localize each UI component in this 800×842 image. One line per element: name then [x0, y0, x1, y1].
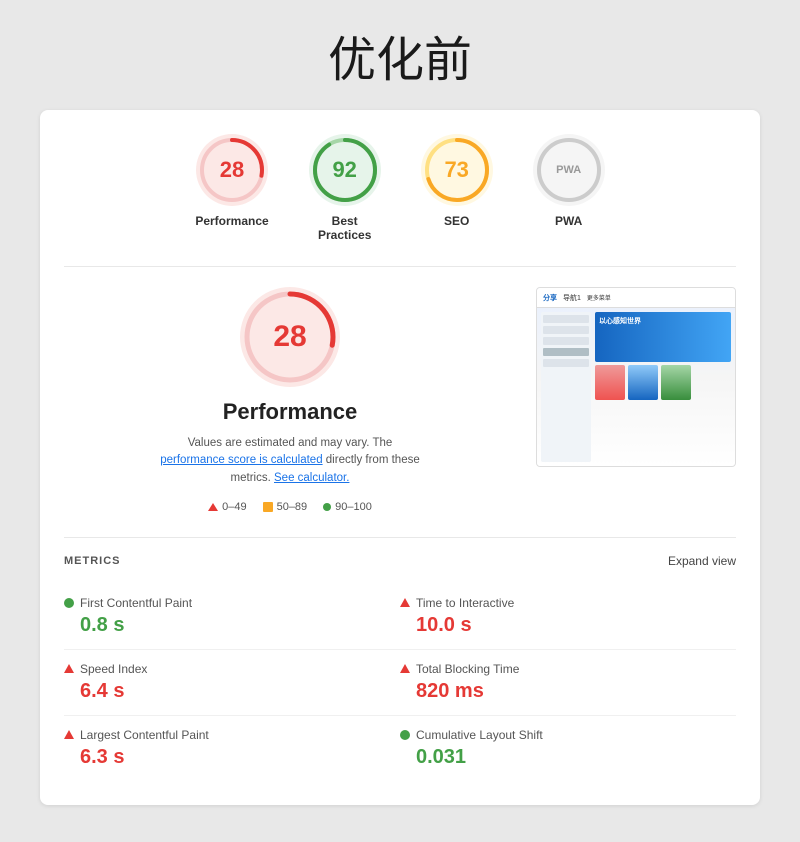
- metric-tbt-row: Total Blocking Time: [400, 662, 736, 676]
- metric-lcp-value: 6.3 s: [64, 746, 400, 769]
- ss-sidebar-item: [543, 359, 589, 367]
- score-number-pwa: PWA: [556, 164, 581, 176]
- legend-triangle-red: [208, 503, 218, 511]
- ss-banner: 以心感知世界: [595, 312, 731, 362]
- metric-fcp-indicator: [64, 598, 74, 608]
- ss-product: [595, 365, 625, 400]
- divider: [64, 537, 736, 538]
- ss-products: [595, 365, 731, 400]
- metric-si: Speed Index 6.4 s: [64, 650, 400, 716]
- metric-tbt-indicator: [400, 664, 410, 673]
- metric-cls-name: Cumulative Layout Shift: [416, 728, 543, 742]
- metric-tbt-name: Total Blocking Time: [416, 662, 519, 676]
- legend-red: 0–49: [208, 501, 246, 513]
- ss-sidebar-item: [543, 348, 589, 356]
- metric-lcp: Largest Contentful Paint 6.3 s: [64, 716, 400, 781]
- legend-label-green: 90–100: [335, 501, 372, 513]
- ss-header: 分享 导航1 更多菜单: [537, 288, 735, 308]
- metric-tti-row: Time to Interactive: [400, 596, 736, 610]
- metric-lcp-indicator: [64, 730, 74, 739]
- ss-nav1: 导航1: [563, 293, 581, 303]
- score-label-seo: SEO: [444, 214, 469, 228]
- metric-si-row: Speed Index: [64, 662, 400, 676]
- big-performance-circle: 28: [240, 287, 340, 387]
- metric-fcp: First Contentful Paint 0.8 s: [64, 584, 400, 650]
- main-card: 28 Performance 92 BestPractices: [40, 110, 760, 805]
- metric-si-indicator: [64, 664, 74, 673]
- screenshot-mockup: 分享 导航1 更多菜单 以心感知世界: [537, 288, 735, 466]
- metric-si-name: Speed Index: [80, 662, 147, 676]
- perf-title: Performance: [223, 399, 358, 425]
- scores-row: 28 Performance 92 BestPractices: [64, 134, 736, 267]
- score-circle-seo: 73: [421, 134, 493, 206]
- score-circle-pwa: PWA: [533, 134, 605, 206]
- main-content: 28 Performance Values are estimated and …: [64, 287, 736, 513]
- legend-green: 90–100: [323, 501, 372, 513]
- metric-fcp-row: First Contentful Paint: [64, 596, 400, 610]
- expand-view-button[interactable]: Expand view: [668, 554, 736, 568]
- big-score: 28: [273, 320, 306, 354]
- metric-lcp-row: Largest Contentful Paint: [64, 728, 400, 742]
- calculator-link[interactable]: See calculator.: [274, 472, 349, 484]
- score-item-best-practices: 92 BestPractices: [309, 134, 381, 242]
- score-label-best-practices: BestPractices: [318, 214, 371, 242]
- metrics-header: METRICS Expand view: [64, 554, 736, 568]
- metric-tbt-value: 820 ms: [400, 680, 736, 703]
- legend-label-orange: 50–89: [277, 501, 308, 513]
- ss-product: [628, 365, 658, 400]
- perf-description: Values are estimated and may vary. The p…: [160, 435, 420, 487]
- ss-sidebar-item: [543, 326, 589, 334]
- score-number-best-practices: 92: [332, 157, 356, 183]
- ss-sidebar: [541, 312, 591, 462]
- ss-nav2: 更多菜单: [587, 293, 611, 302]
- score-item-pwa: PWA PWA: [533, 134, 605, 242]
- metric-cls-indicator: [400, 730, 410, 740]
- ss-product: [661, 365, 691, 400]
- big-circle-inner: 28: [240, 287, 340, 387]
- metric-tti-value: 10.0 s: [400, 614, 736, 637]
- score-item-seo: 73 SEO: [421, 134, 493, 242]
- ss-sidebar-item: [543, 315, 589, 323]
- ss-logo: 分享: [543, 293, 557, 303]
- metric-tbt: Total Blocking Time 820 ms: [400, 650, 736, 716]
- ss-main: 以心感知世界: [595, 312, 731, 462]
- score-label-pwa: PWA: [555, 214, 582, 228]
- metric-lcp-name: Largest Contentful Paint: [80, 728, 209, 742]
- metrics-label: METRICS: [64, 555, 121, 567]
- legend-orange: 50–89: [263, 501, 308, 513]
- score-number-seo: 73: [444, 157, 468, 183]
- metric-tti: Time to Interactive 10.0 s: [400, 584, 736, 650]
- legend-row: 0–49 50–89 90–100: [208, 501, 372, 513]
- metrics-grid: First Contentful Paint 0.8 s Time to Int…: [64, 584, 736, 781]
- score-circle-best-practices: 92: [309, 134, 381, 206]
- legend-square-orange: [263, 502, 273, 512]
- page-title: 优化前: [328, 20, 472, 90]
- score-number-performance: 28: [220, 157, 244, 183]
- metric-cls-row: Cumulative Layout Shift: [400, 728, 736, 742]
- metric-fcp-value: 0.8 s: [64, 614, 400, 637]
- perf-score-link[interactable]: performance score is calculated: [160, 454, 322, 466]
- metric-tti-name: Time to Interactive: [416, 596, 514, 610]
- legend-label-red: 0–49: [222, 501, 246, 513]
- metric-si-value: 6.4 s: [64, 680, 400, 703]
- metric-cls: Cumulative Layout Shift 0.031: [400, 716, 736, 781]
- score-item-performance: 28 Performance: [195, 134, 268, 242]
- score-circle-performance: 28: [196, 134, 268, 206]
- screenshot-preview: 分享 导航1 更多菜单 以心感知世界: [536, 287, 736, 467]
- metric-fcp-name: First Contentful Paint: [80, 596, 192, 610]
- metric-tti-indicator: [400, 598, 410, 607]
- performance-left: 28 Performance Values are estimated and …: [64, 287, 516, 513]
- ss-sidebar-item: [543, 337, 589, 345]
- score-label-performance: Performance: [195, 214, 268, 228]
- metric-cls-value: 0.031: [400, 746, 736, 769]
- legend-dot-green: [323, 503, 331, 511]
